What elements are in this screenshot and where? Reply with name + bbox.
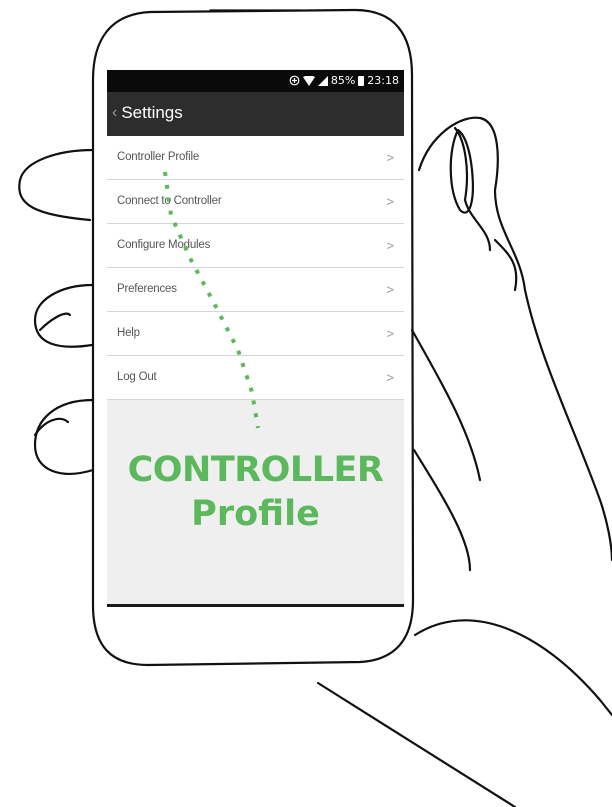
annotation-title: CONTROLLER	[127, 450, 384, 490]
annotation-subtitle: Profile	[191, 494, 320, 534]
annotation-label: CONTROLLER Profile	[107, 448, 404, 536]
annotation-dotted-pointer	[163, 171, 260, 429]
